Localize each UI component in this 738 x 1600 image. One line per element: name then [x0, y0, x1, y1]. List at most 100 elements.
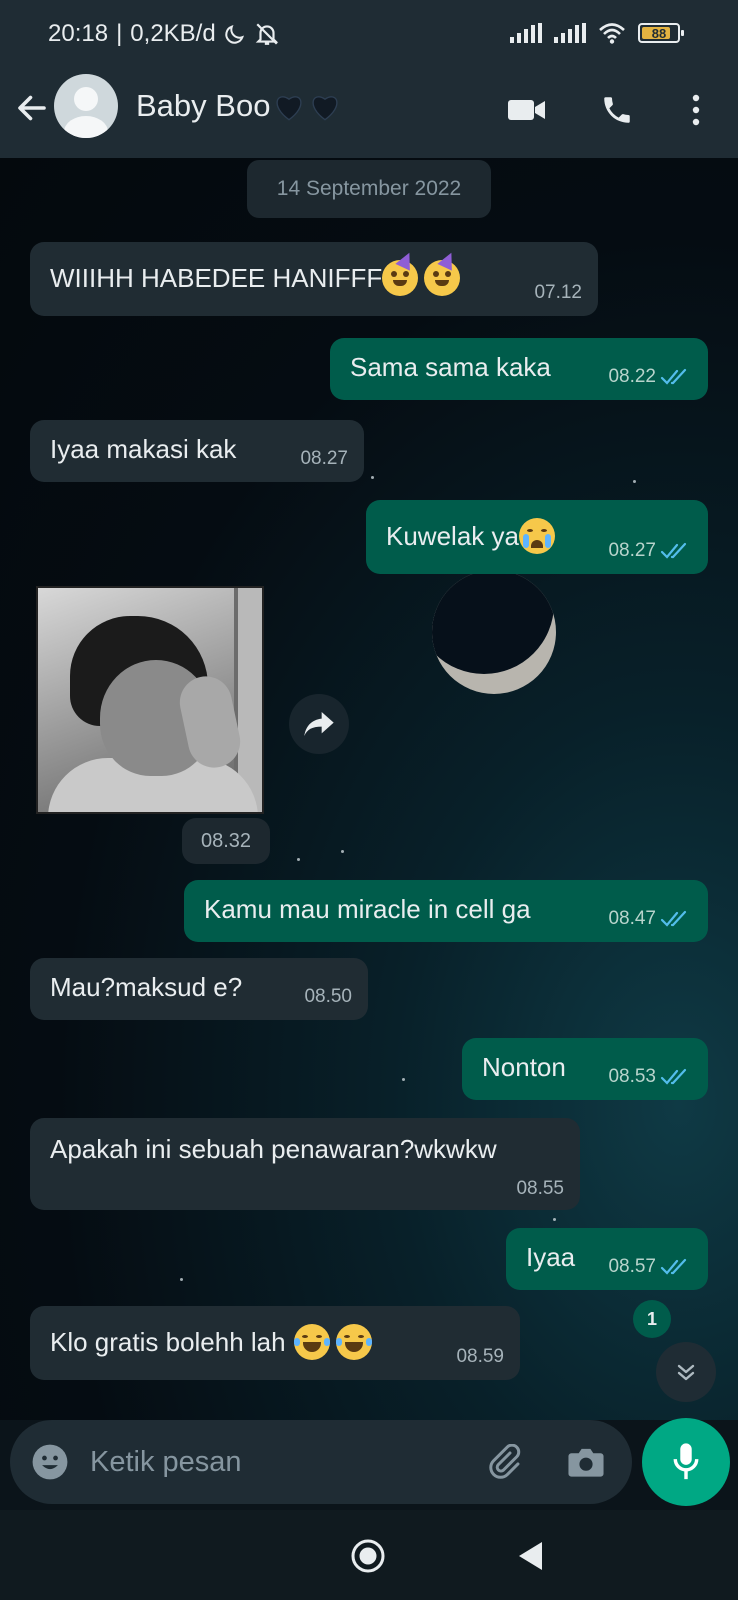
message-text: Nonton — [482, 1052, 566, 1082]
message-meta: 08.47 — [608, 908, 692, 930]
message-text-wrap: Klo gratis bolehh lah — [50, 1324, 372, 1360]
home-icon[interactable] — [350, 1538, 386, 1574]
message-text: Apakah ini sebuah penawaran?wkwkw — [50, 1134, 497, 1164]
crying-face-emoji — [518, 518, 555, 554]
battery-icon: 88 — [638, 23, 684, 43]
sticker-time: 08.32 — [182, 818, 270, 864]
star — [341, 850, 344, 853]
message-time: 08.59 — [456, 1346, 504, 1367]
star — [297, 858, 300, 861]
phone-icon[interactable] — [597, 90, 637, 130]
message-meta: 08.57 — [608, 1256, 692, 1278]
sticker-image[interactable] — [36, 586, 264, 814]
message-time: 08.50 — [304, 986, 352, 1007]
status-speed: 0,2KB/d — [130, 20, 216, 47]
contact-name-text: Baby Boo — [136, 88, 271, 123]
message-time: 08.22 — [608, 366, 656, 387]
moon-icon — [225, 24, 244, 44]
message-time: 08.55 — [516, 1178, 564, 1199]
message-meta: 08.55 — [516, 1178, 564, 1200]
message-bubble-out[interactable]: Kuwelak ya 08.27 — [366, 500, 708, 574]
message-bubble-out[interactable]: Kamu mau miracle in cell ga 08.47 — [184, 880, 708, 942]
message-time: 07.12 — [534, 282, 582, 303]
star — [180, 1278, 183, 1281]
message-text: Kamu mau miracle in cell ga — [204, 894, 531, 924]
message-time: 08.53 — [608, 1066, 656, 1087]
contact-name[interactable]: Baby Boo — [136, 88, 342, 124]
mic-icon[interactable] — [642, 1418, 730, 1506]
back-nav-icon[interactable] — [516, 1540, 544, 1572]
message-meta: 08.27 — [300, 448, 348, 470]
message-bubble-in[interactable]: Klo gratis bolehh lah 08.59 — [30, 1306, 520, 1380]
battery-level: 88 — [651, 25, 667, 41]
message-text: WIIIHH HABEDEE HANIFFF — [50, 262, 383, 293]
video-call-icon[interactable] — [507, 90, 547, 130]
star — [371, 476, 374, 479]
message-input[interactable] — [90, 1444, 470, 1480]
date-chip: 14 September 2022 — [247, 160, 491, 218]
unread-count-badge: 1 — [633, 1300, 671, 1338]
message-time: 08.27 — [300, 448, 348, 469]
camera-icon[interactable] — [566, 1442, 606, 1482]
message-bubble-in[interactable]: WIIIHH HABEDEE HANIFFF 07.12 — [30, 242, 598, 316]
message-bubble-out[interactable]: Nonton 08.53 — [462, 1038, 708, 1100]
read-ticks-icon — [660, 1258, 687, 1275]
black-heart-icon — [276, 96, 302, 121]
compose-pill — [10, 1420, 632, 1504]
party-face-emoji — [382, 249, 419, 296]
read-ticks-icon — [660, 542, 687, 559]
message-text: Mau?maksud e? — [50, 972, 243, 1002]
avatar[interactable] — [54, 74, 118, 138]
compose-bar — [0, 1418, 738, 1510]
message-text-wrap: Kuwelak ya — [386, 518, 555, 554]
black-heart-icon — [312, 96, 338, 121]
status-right: 88 — [510, 22, 684, 44]
message-time: 08.57 — [608, 1256, 656, 1277]
message-meta: 07.12 — [534, 282, 582, 304]
message-text: Iyaa makasi kak — [50, 434, 237, 464]
message-meta: 08.22 — [608, 366, 692, 388]
message-bubble-in[interactable]: Apakah ini sebuah penawaran?wkwkw 08.55 — [30, 1118, 580, 1210]
attach-icon[interactable] — [484, 1442, 524, 1482]
status-left: 20:18 | 0,2KB/d — [48, 20, 280, 48]
star — [553, 1218, 556, 1221]
more-options-icon[interactable] — [676, 90, 716, 130]
emoji-icon[interactable] — [30, 1442, 70, 1482]
message-bubble-in[interactable]: Mau?maksud e? 08.50 — [30, 958, 368, 1020]
laughing-tears-emoji — [335, 1324, 372, 1360]
star — [402, 1078, 405, 1081]
message-text: Kuwelak ya — [386, 520, 519, 551]
message-meta: 08.53 — [608, 1066, 692, 1088]
status-separator: | — [116, 20, 123, 47]
moon-image — [432, 570, 556, 694]
message-text: Iyaa — [526, 1242, 576, 1272]
star — [633, 480, 636, 483]
message-text-wrap: WIIIHH HABEDEE HANIFFF — [50, 249, 461, 296]
message-text: Klo gratis bolehh lah — [50, 1326, 286, 1357]
message-bubble-in[interactable]: Iyaa makasi kak 08.27 — [30, 420, 364, 482]
chat-area[interactable]: 14 September 2022 WIIIHH HABEDEE HANIFFF… — [0, 158, 738, 1420]
status-time: 20:18 — [48, 20, 109, 47]
message-bubble-out[interactable]: Sama sama kaka 08.22 — [330, 338, 708, 400]
message-meta: 08.50 — [304, 986, 352, 1008]
message-time: 08.27 — [608, 540, 656, 561]
laughing-tears-emoji — [293, 1324, 330, 1360]
status-bar: 20:18 | 0,2KB/d 88 — [0, 0, 738, 62]
party-face-emoji — [424, 249, 461, 296]
message-time: 08.47 — [608, 908, 656, 929]
message-text: Sama sama kaka — [350, 352, 551, 382]
chevron-double-down-icon[interactable] — [656, 1342, 716, 1402]
forward-icon[interactable] — [289, 694, 349, 754]
signal-icon — [510, 23, 542, 43]
back-arrow-icon[interactable] — [14, 90, 50, 126]
read-ticks-icon — [660, 910, 687, 927]
read-ticks-icon — [660, 1068, 687, 1085]
navigation-bar — [0, 1510, 738, 1600]
message-bubble-out[interactable]: Iyaa 08.57 — [506, 1228, 708, 1290]
dnd-bell-icon — [255, 23, 278, 45]
signal-icon — [554, 23, 586, 43]
message-meta: 08.27 — [608, 540, 692, 562]
wifi-icon — [599, 23, 625, 44]
message-meta: 08.59 — [456, 1346, 504, 1368]
read-ticks-icon — [660, 368, 687, 385]
